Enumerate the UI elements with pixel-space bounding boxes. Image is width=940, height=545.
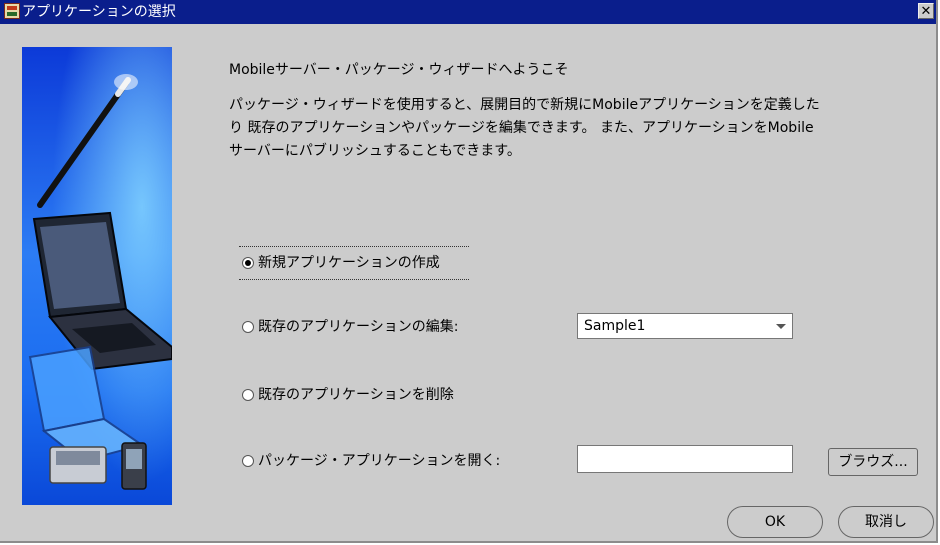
chevron-down-icon[interactable]	[776, 324, 786, 329]
app-icon	[4, 3, 20, 19]
application-select-dialog: アプリケーションの選択 ✕ Mobileサーバー・パッケージ・ウィザードへようこ…	[0, 0, 938, 543]
close-button[interactable]: ✕	[918, 3, 934, 19]
title-bar[interactable]: アプリケーションの選択 ✕	[0, 0, 936, 24]
browse-button[interactable]: ブラウズ...	[828, 448, 918, 476]
delete-application-label[interactable]: 既存のアプリケーションを削除	[258, 385, 454, 405]
cancel-button[interactable]: 取消し	[838, 506, 934, 538]
window-title: アプリケーションの選択	[22, 4, 176, 20]
delete-application-radio[interactable]	[242, 389, 254, 401]
description-line: サーバーにパブリッシュすることもできます。	[229, 143, 521, 159]
application-select-value: Sample1	[584, 318, 646, 334]
wizard-description: パッケージ・ウィザードを使用すると、展開目的で新規にMobileアプリケーション…	[229, 94, 919, 163]
application-select[interactable]: Sample1	[577, 313, 793, 339]
open-package-radio[interactable]	[242, 455, 254, 467]
edit-application-radio[interactable]	[242, 321, 254, 333]
create-application-radio[interactable]	[242, 257, 254, 269]
pda-icon	[49, 442, 147, 490]
package-path-input[interactable]	[577, 445, 793, 473]
welcome-heading: Mobileサーバー・パッケージ・ウィザードへようこそ	[229, 62, 569, 78]
description-line: り 既存のアプリケーションやパッケージを編集できます。 また、アプリケーションを…	[229, 120, 814, 136]
create-application-label[interactable]: 新規アプリケーションの作成	[258, 253, 440, 273]
wizard-side-image	[22, 47, 172, 505]
edit-application-label[interactable]: 既存のアプリケーションの編集:	[258, 317, 458, 337]
open-package-label[interactable]: パッケージ・アプリケーションを開く:	[258, 451, 500, 471]
description-line: パッケージ・ウィザードを使用すると、展開目的で新規にMobileアプリケーション…	[229, 97, 820, 113]
ok-button[interactable]: OK	[727, 506, 823, 538]
